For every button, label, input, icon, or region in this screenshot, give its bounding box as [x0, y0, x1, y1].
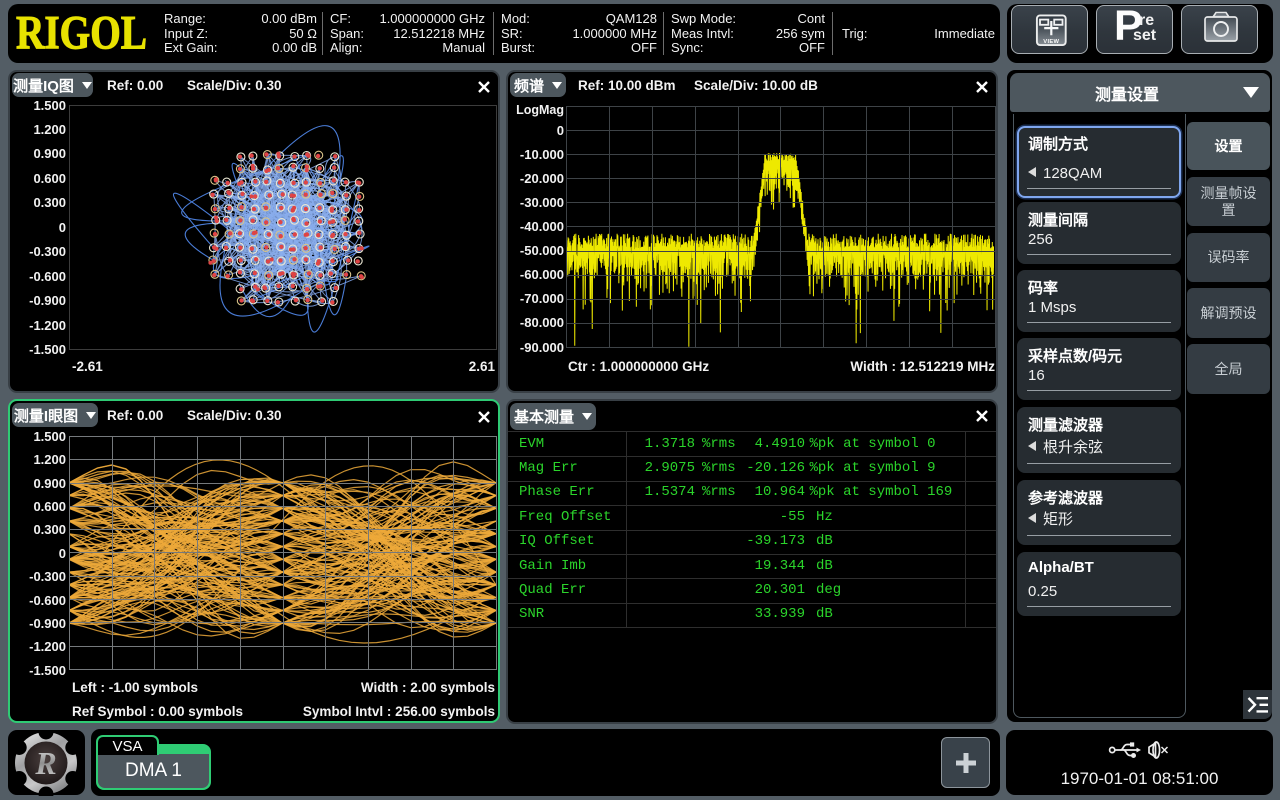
svg-text:RIGOL: RIGOL [16, 13, 147, 53]
svg-text:R: R [34, 745, 56, 781]
svg-text:VIEW: VIEW [1043, 39, 1059, 45]
